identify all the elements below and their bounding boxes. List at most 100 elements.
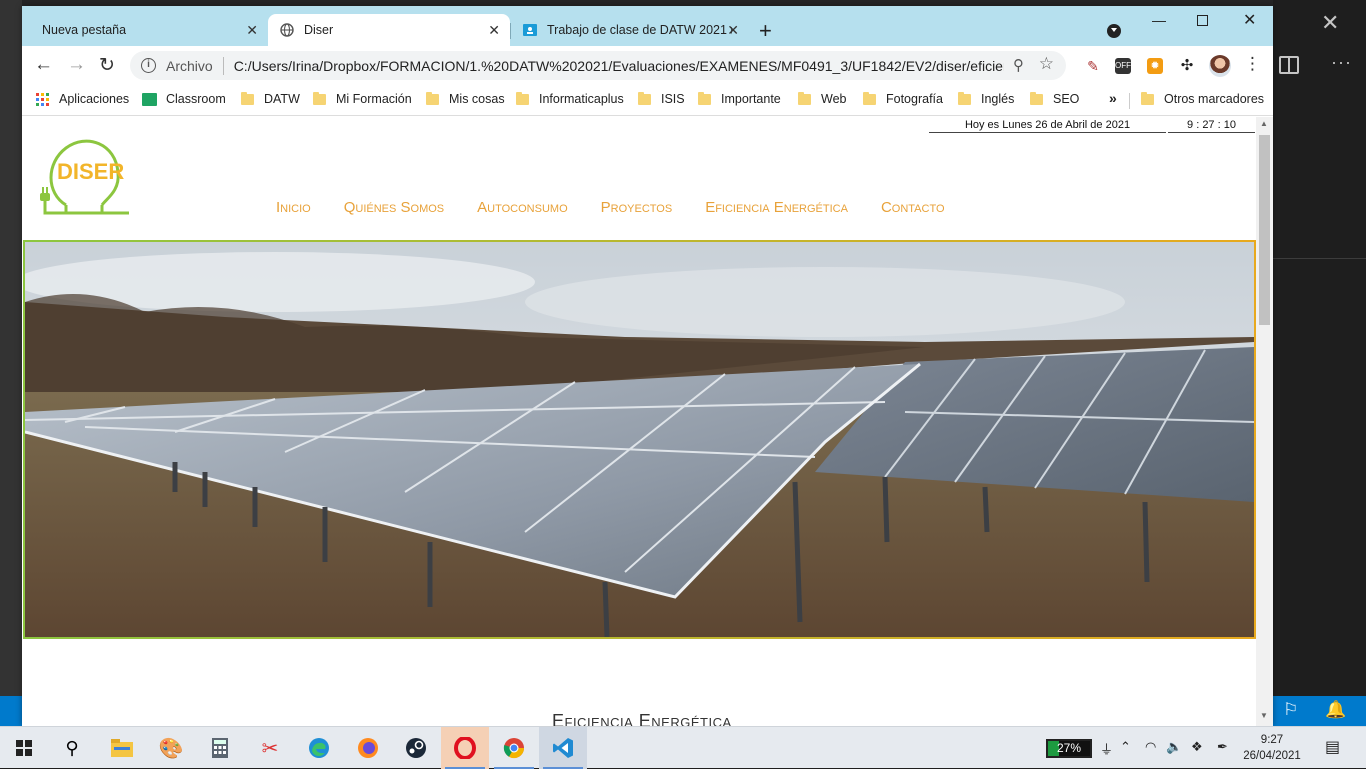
paint-icon[interactable]: 🎨 [147, 727, 195, 769]
page-scrollbar[interactable]: ▲ ▼ [1256, 117, 1273, 726]
vscode-activity-bar [0, 0, 22, 696]
new-tab-button[interactable]: + [759, 18, 772, 44]
back-icon[interactable]: ← [34, 54, 53, 76]
close-tab-icon[interactable]: ✕ [488, 22, 500, 39]
bookmark-isis[interactable]: ISIS [638, 91, 685, 106]
more-actions-icon[interactable]: ··· [1331, 52, 1352, 73]
off-toggle-icon[interactable]: OFF [1115, 58, 1131, 74]
bookmark-label: Aplicaciones [59, 92, 130, 106]
bookmark-importante[interactable]: Importante [698, 91, 781, 106]
action-center-icon[interactable]: ▤ [1325, 737, 1340, 757]
reload-icon[interactable]: ↻ [99, 54, 115, 77]
bookmarks-overflow-button[interactable]: » [1109, 90, 1117, 106]
folder-icon [1141, 91, 1154, 105]
bookmark-ingles[interactable]: Inglés [958, 91, 1015, 106]
dropbox-icon[interactable]: ❖ [1191, 739, 1203, 755]
firefox-icon[interactable] [344, 727, 392, 769]
close-tab-icon[interactable]: ✕ [727, 22, 739, 39]
nav-quienes-somos[interactable]: Quiénes Somos [344, 199, 444, 216]
nav-autoconsumo[interactable]: Autoconsumo [477, 199, 567, 216]
bookmark-web[interactable]: Web [798, 91, 847, 106]
hero-image-solar-panels [23, 240, 1256, 639]
taskbar-clock[interactable]: 9:27 26/04/2021 [1240, 732, 1304, 764]
scroll-down-icon[interactable]: ▼ [1260, 711, 1268, 720]
bookmark-aplicaciones[interactable]: Aplicaciones [36, 92, 129, 106]
address-bar[interactable]: i Archivo C:/Users/Irina/Dropbox/FORMACI… [130, 51, 1066, 80]
orange-extension-icon[interactable]: ✹ [1147, 58, 1163, 74]
bookmark-label: Inglés [981, 92, 1015, 106]
chevron-up-icon[interactable]: ⌃ [1120, 739, 1131, 755]
main-nav: Inicio Quiénes Somos Autoconsumo Proyect… [276, 199, 978, 216]
close-icon[interactable]: ✕ [1321, 10, 1339, 36]
scroll-up-icon[interactable]: ▲ [1260, 119, 1268, 128]
windows-start-icon[interactable] [0, 727, 48, 769]
calculator-icon[interactable] [196, 727, 244, 769]
pen-icon[interactable]: ✒ [1217, 739, 1228, 755]
split-editor-icon[interactable] [1279, 56, 1299, 74]
close-tab-icon[interactable]: ✕ [246, 22, 258, 39]
bookmark-informaticaplus[interactable]: Informaticaplus [516, 91, 624, 106]
scroll-thumb[interactable] [1259, 135, 1270, 325]
tab-trabajo-clase[interactable]: Trabajo de clase de DATW 2021 ( ✕ [511, 14, 749, 46]
tab-search-icon[interactable] [1107, 24, 1121, 38]
tab-title: Diser [304, 23, 334, 37]
bookmark-mis-cosas[interactable]: Mis cosas [426, 91, 505, 106]
divider [222, 56, 224, 75]
nav-eficiencia-energetica[interactable]: Eficiencia Energética [705, 199, 848, 216]
search-icon[interactable]: ⚲ [48, 727, 96, 769]
volume-icon[interactable]: 🔈 [1166, 739, 1182, 755]
other-bookmarks[interactable]: Otros marcadores [1141, 91, 1265, 106]
nav-contacto[interactable]: Contacto [881, 199, 945, 216]
remote-icon[interactable]: ⚐ [1283, 700, 1298, 720]
edge-icon[interactable] [295, 727, 343, 769]
file-explorer-icon[interactable] [98, 727, 146, 769]
steam-icon[interactable] [392, 727, 440, 769]
profile-avatar[interactable] [1209, 55, 1231, 77]
bookmark-fotografia[interactable]: Fotografía [863, 91, 943, 106]
apps-grid-icon [36, 92, 49, 106]
taskbar-date: 26/04/2021 [1243, 750, 1301, 762]
url-text[interactable]: C:/Users/Irina/Dropbox/FORMACION/1.%20DA… [234, 58, 1004, 74]
date-display: Hoy es Lunes 26 de Abril de 2021 [929, 119, 1166, 133]
globe-icon [280, 23, 294, 37]
chrome-menu-icon[interactable]: ⋮ [1244, 54, 1261, 74]
info-icon[interactable]: i [141, 58, 156, 73]
tab-diser[interactable]: Diser ✕ [268, 14, 510, 46]
nav-proyectos[interactable]: Proyectos [601, 199, 673, 216]
battery-indicator[interactable]: 27% [1046, 739, 1092, 758]
nav-inicio[interactable]: Inicio [276, 199, 311, 216]
snipping-icon[interactable]: ✂ [246, 727, 294, 769]
zoom-icon[interactable]: ⚲ [1013, 56, 1024, 74]
divider [1273, 258, 1366, 259]
close-window-icon[interactable]: ✕ [1243, 10, 1256, 30]
notifications-bell-icon[interactable]: 🔔 [1325, 700, 1346, 720]
bookmark-label: Otros marcadores [1164, 92, 1265, 106]
maximize-icon[interactable] [1197, 15, 1208, 26]
opera-icon[interactable] [441, 727, 489, 769]
minimize-icon[interactable]: — [1152, 12, 1166, 28]
folder-icon [241, 91, 254, 105]
bookmark-star-icon[interactable]: ☆ [1039, 54, 1054, 74]
chrome-window: Nueva pestaña ✕ Diser ✕ Trabajo de clase… [22, 6, 1273, 726]
chrome-icon[interactable] [490, 727, 538, 769]
bookmark-datw[interactable]: DATW [241, 91, 300, 106]
bookmark-mi-formacion[interactable]: Mi Formación [313, 91, 412, 106]
vscode-icon[interactable] [539, 727, 587, 769]
wifi-icon[interactable]: ◠ [1145, 739, 1156, 755]
bookmark-label: Web [821, 92, 847, 106]
puzzle-icon[interactable]: ✣ [1179, 58, 1195, 74]
tab-nueva-pestana[interactable]: Nueva pestaña ✕ [30, 14, 268, 46]
browser-toolbar: ← → ↻ i Archivo C:/Users/Irina/Dropbox/F… [22, 46, 1273, 86]
vscode-editor-area: ✕ ··· [1273, 0, 1366, 696]
diser-logo[interactable]: DISER [36, 133, 131, 221]
folder-icon [798, 91, 811, 105]
power-plug-icon[interactable]: ⏚ [1100, 739, 1113, 758]
taskbar-time: 9:27 [1260, 734, 1284, 746]
forward-icon[interactable]: → [67, 54, 86, 76]
bookmark-label: Informaticaplus [539, 92, 624, 106]
bookmark-seo[interactable]: SEO [1030, 91, 1080, 106]
bookmark-label: SEO [1053, 92, 1080, 106]
bookmark-classroom[interactable]: Classroom [142, 92, 226, 106]
eyedropper-icon[interactable]: ✎ [1085, 58, 1101, 74]
scheme-label: Archivo [166, 57, 213, 74]
